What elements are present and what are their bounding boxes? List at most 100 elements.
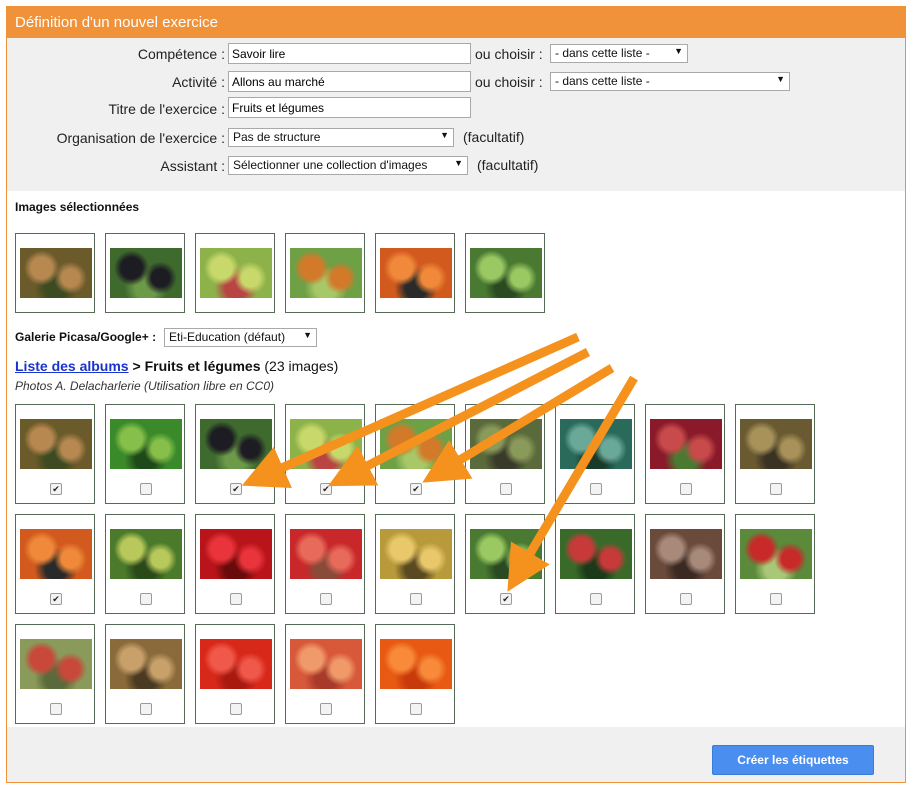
- photo-image: [380, 529, 452, 579]
- select-checkbox[interactable]: [500, 593, 512, 605]
- activite-or-label: ou choisir :: [475, 74, 543, 90]
- album-image-cerises[interactable]: [645, 404, 725, 504]
- selected-image-salade[interactable]: [465, 233, 545, 313]
- gallery-select[interactable]: Eti-Education (défaut) ▼: [164, 328, 317, 347]
- select-checkbox[interactable]: [320, 703, 332, 715]
- photo-image: [200, 529, 272, 579]
- album-image-raisins[interactable]: [15, 404, 95, 504]
- titre-input[interactable]: [228, 97, 471, 118]
- competence-input[interactable]: [228, 43, 471, 64]
- chevron-down-icon: ▼: [674, 46, 683, 56]
- album-image-groseilles[interactable]: [195, 514, 275, 614]
- album-image-groseilles-arbre[interactable]: [555, 514, 635, 614]
- album-image-pomme-rouge[interactable]: [735, 514, 815, 614]
- organisation-select[interactable]: Pas de structure ▼: [228, 128, 454, 147]
- album-credit: Photos A. Delacharlerie (Utilisation lib…: [15, 379, 274, 393]
- photo-image: [290, 639, 362, 689]
- chevron-down-icon: ▼: [440, 130, 449, 140]
- competence-select-value: - dans cette liste -: [555, 46, 650, 60]
- album-image-mures[interactable]: [195, 404, 275, 504]
- select-checkbox[interactable]: [320, 483, 332, 495]
- photo-image: [470, 529, 542, 579]
- select-checkbox[interactable]: [140, 483, 152, 495]
- album-image-tomates-vertes[interactable]: [375, 404, 455, 504]
- selected-image-potiron[interactable]: [375, 233, 455, 313]
- select-checkbox[interactable]: [770, 593, 782, 605]
- photo-image: [20, 529, 92, 579]
- photo-image: [110, 419, 182, 469]
- create-labels-button[interactable]: Créer les étiquettes: [712, 745, 874, 775]
- select-checkbox[interactable]: [680, 593, 692, 605]
- assistant-select-value: Sélectionner une collection d'images: [233, 158, 428, 172]
- activite-input[interactable]: [228, 71, 471, 92]
- album-image-peches[interactable]: [285, 624, 365, 724]
- select-checkbox[interactable]: [410, 703, 422, 715]
- photo-image: [110, 248, 182, 298]
- competence-row: Compétence :: [7, 43, 225, 67]
- album-image-fraises[interactable]: [285, 514, 365, 614]
- select-checkbox[interactable]: [500, 483, 512, 495]
- album-image-tomates[interactable]: [195, 624, 275, 724]
- titre-row: Titre de l'exercice :: [7, 98, 225, 122]
- gallery-label: Galerie Picasa/Google+ :: [15, 330, 157, 344]
- activite-row: Activité :: [7, 71, 225, 95]
- photo-image: [650, 529, 722, 579]
- select-checkbox[interactable]: [410, 593, 422, 605]
- organisation-note: (facultatif): [463, 129, 525, 145]
- assistant-note: (facultatif): [477, 157, 539, 173]
- select-checkbox[interactable]: [590, 483, 602, 495]
- album-image-poires[interactable]: [375, 514, 455, 614]
- photo-image: [200, 419, 272, 469]
- selected-images-title: Images sélectionnées: [15, 200, 140, 214]
- photo-image: [380, 419, 452, 469]
- select-checkbox[interactable]: [50, 483, 62, 495]
- assistant-select[interactable]: Sélectionner une collection d'images ▼: [228, 156, 468, 175]
- photo-image: [470, 248, 542, 298]
- album-image-oranges[interactable]: [375, 624, 455, 724]
- competence-label: Compétence :: [137, 46, 225, 62]
- select-checkbox[interactable]: [230, 703, 242, 715]
- album-image-chou[interactable]: [555, 404, 635, 504]
- select-checkbox[interactable]: [770, 483, 782, 495]
- photo-image: [110, 529, 182, 579]
- organisation-select-value: Pas de structure: [233, 130, 321, 144]
- select-checkbox[interactable]: [50, 703, 62, 715]
- selected-image-raisins-verts[interactable]: [195, 233, 275, 313]
- panel-title: Définition d'un nouvel exercice: [7, 7, 905, 38]
- select-checkbox[interactable]: [230, 593, 242, 605]
- album-name: Fruits et légumes: [144, 358, 261, 374]
- select-checkbox[interactable]: [680, 483, 692, 495]
- album-image-raisins-verts[interactable]: [285, 404, 365, 504]
- competence-select[interactable]: - dans cette liste - ▼: [550, 44, 688, 63]
- album-image-poire-arbre[interactable]: [105, 514, 185, 614]
- select-checkbox[interactable]: [50, 593, 62, 605]
- album-breadcrumb: Liste des albums > Fruits et légumes (23…: [15, 358, 338, 374]
- selected-image-raisins[interactable]: [15, 233, 95, 313]
- select-checkbox[interactable]: [140, 703, 152, 715]
- select-checkbox[interactable]: [410, 483, 422, 495]
- exercise-panel: Définition d'un nouvel exercice Compéten…: [6, 6, 906, 783]
- album-image-noix-panier[interactable]: [105, 624, 185, 724]
- album-image-potiron[interactable]: [15, 514, 95, 614]
- album-image-pommes-de-terre[interactable]: [735, 404, 815, 504]
- album-image-pommes[interactable]: [15, 624, 95, 724]
- select-checkbox[interactable]: [320, 593, 332, 605]
- select-checkbox[interactable]: [230, 483, 242, 495]
- selected-image-tomates-vertes[interactable]: [285, 233, 365, 313]
- chevron-down-icon: ▼: [776, 74, 785, 84]
- select-checkbox[interactable]: [140, 593, 152, 605]
- photo-image: [470, 419, 542, 469]
- photo-image: [290, 529, 362, 579]
- album-list-link[interactable]: Liste des albums: [15, 358, 129, 374]
- photo-image: [290, 419, 362, 469]
- album-image-noix[interactable]: [645, 514, 725, 614]
- organisation-label: Organisation de l'exercice :: [56, 130, 225, 146]
- album-image-poivrons[interactable]: [105, 404, 185, 504]
- activite-label: Activité :: [172, 74, 225, 90]
- activite-select[interactable]: - dans cette liste - ▼: [550, 72, 790, 91]
- select-checkbox[interactable]: [590, 593, 602, 605]
- selected-image-mures[interactable]: [105, 233, 185, 313]
- footer-bar: Créer les étiquettes: [7, 727, 905, 782]
- album-image-salade[interactable]: [465, 514, 545, 614]
- album-image-legumes-jardin[interactable]: [465, 404, 545, 504]
